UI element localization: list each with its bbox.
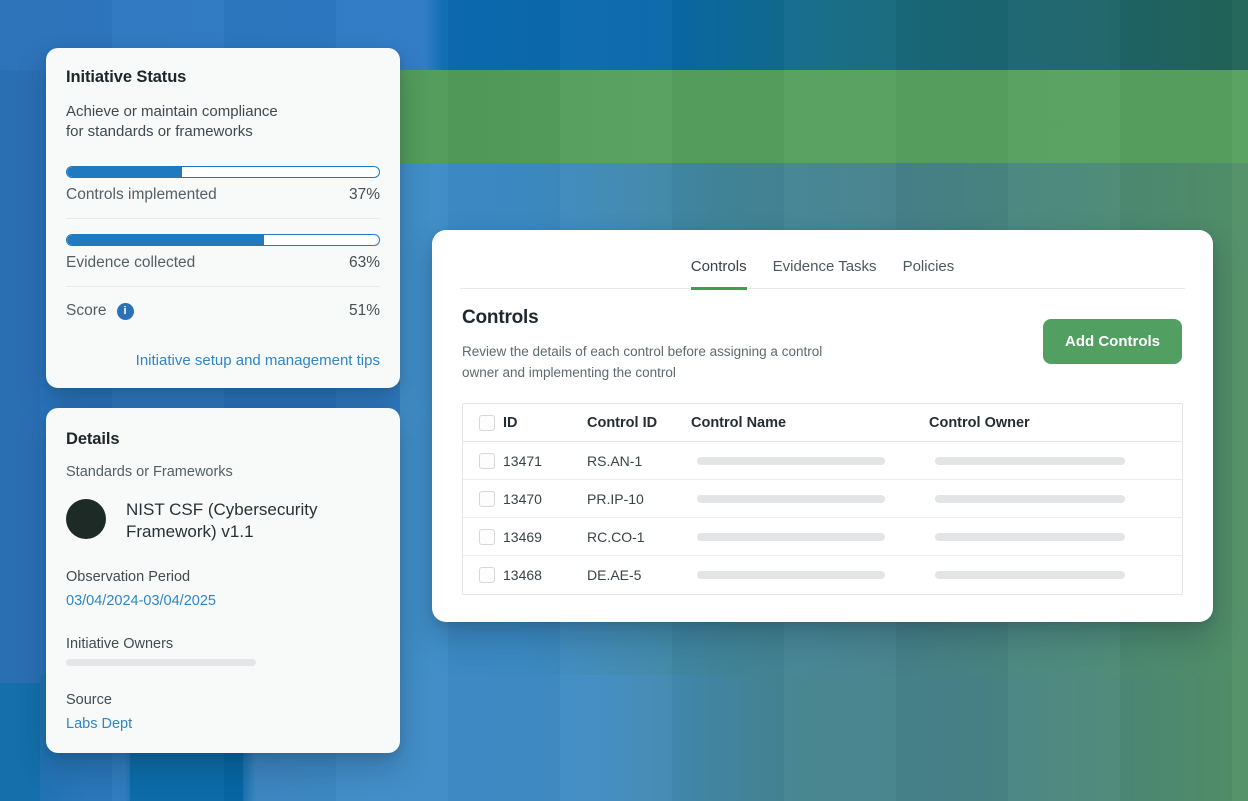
row-id: 13469 xyxy=(503,529,587,545)
score-value: 51% xyxy=(349,302,380,320)
row-id: 13468 xyxy=(503,567,587,583)
controls-description: Review the details of each control befor… xyxy=(462,341,852,383)
evidence-collected-value: 63% xyxy=(349,254,380,272)
initiative-status-description: Achieve or maintain compliance for stand… xyxy=(66,102,380,142)
tab-controls[interactable]: Controls xyxy=(691,258,747,290)
tips-link-row: Initiative setup and management tips xyxy=(66,352,380,370)
controls-heading: Controls xyxy=(462,307,1183,329)
divider xyxy=(66,218,380,219)
observation-period-label: Observation Period xyxy=(66,569,380,585)
row-id: 13470 xyxy=(503,491,587,507)
table-row[interactable]: 13468 DE.AE-5 xyxy=(463,556,1182,594)
framework-logo-icon xyxy=(66,499,106,539)
controls-implemented-progress-fill xyxy=(67,167,182,177)
column-header-id: ID xyxy=(503,415,587,431)
source-link[interactable]: Labs Dept xyxy=(66,716,132,732)
evidence-collected-label: Evidence collected xyxy=(66,254,195,272)
frameworks-label: Standards or Frameworks xyxy=(66,464,380,480)
controls-implemented-progressbar xyxy=(66,166,380,178)
row-control-id: DE.AE-5 xyxy=(587,567,691,583)
control-owner-placeholder xyxy=(935,533,1125,541)
framework-row: NIST CSF (Cybersecurity Framework) v1.1 xyxy=(66,499,380,543)
source-label: Source xyxy=(66,692,380,708)
controls-implemented-row: Controls implemented 37% xyxy=(66,186,380,204)
initiative-status-title: Initiative Status xyxy=(66,68,380,87)
controls-implemented-label: Controls implemented xyxy=(66,186,217,204)
table-row[interactable]: 13471 RS.AN-1 xyxy=(463,442,1182,480)
row-checkbox[interactable] xyxy=(479,529,495,545)
initiative-owners-label: Initiative Owners xyxy=(66,636,380,652)
column-header-control-owner: Control Owner xyxy=(929,415,1182,431)
evidence-collected-row: Evidence collected 63% xyxy=(66,254,380,272)
observation-period-link[interactable]: 03/04/2024-03/04/2025 xyxy=(66,593,216,609)
controls-panel-body: Controls Review the details of each cont… xyxy=(432,289,1213,625)
table-row[interactable]: 13470 PR.IP-10 xyxy=(463,480,1182,518)
control-name-placeholder xyxy=(697,571,885,579)
framework-name: NIST CSF (Cybersecurity Framework) v1.1 xyxy=(126,499,366,543)
controls-table: ID Control ID Control Name Control Owner… xyxy=(462,403,1183,595)
column-header-control-id: Control ID xyxy=(587,415,691,431)
initiative-owner-placeholder xyxy=(66,659,256,666)
info-icon[interactable]: i xyxy=(117,303,134,320)
row-id: 13471 xyxy=(503,453,587,469)
score-label: Score xyxy=(66,302,107,320)
tabbar: Controls Evidence Tasks Policies xyxy=(460,230,1185,289)
control-name-placeholder xyxy=(697,457,885,465)
tab-evidence-tasks[interactable]: Evidence Tasks xyxy=(773,258,877,290)
evidence-collected-progressbar xyxy=(66,234,380,246)
tab-policies[interactable]: Policies xyxy=(903,258,955,290)
row-checkbox[interactable] xyxy=(479,491,495,507)
row-control-id: RS.AN-1 xyxy=(587,453,691,469)
initiative-status-card: Initiative Status Achieve or maintain co… xyxy=(46,48,400,388)
control-name-placeholder xyxy=(697,495,885,503)
control-name-placeholder xyxy=(697,533,885,541)
score-row: Score i 51% xyxy=(66,302,380,320)
row-control-id: RC.CO-1 xyxy=(587,529,691,545)
control-owner-placeholder xyxy=(935,495,1125,503)
table-header-row: ID Control ID Control Name Control Owner xyxy=(463,404,1182,442)
details-card: Details Standards or Frameworks NIST CSF… xyxy=(46,408,400,753)
evidence-collected-progress-fill xyxy=(67,235,264,245)
column-header-control-name: Control Name xyxy=(691,415,929,431)
row-checkbox[interactable] xyxy=(479,453,495,469)
control-owner-placeholder xyxy=(935,571,1125,579)
row-control-id: PR.IP-10 xyxy=(587,491,691,507)
row-checkbox[interactable] xyxy=(479,567,495,583)
control-owner-placeholder xyxy=(935,457,1125,465)
details-title: Details xyxy=(66,430,380,449)
table-row[interactable]: 13469 RC.CO-1 xyxy=(463,518,1182,556)
select-all-checkbox[interactable] xyxy=(479,415,495,431)
controls-implemented-value: 37% xyxy=(349,186,380,204)
controls-panel: Controls Evidence Tasks Policies Add Con… xyxy=(432,230,1213,622)
initiative-tips-link[interactable]: Initiative setup and management tips xyxy=(136,352,380,369)
divider xyxy=(66,286,380,287)
